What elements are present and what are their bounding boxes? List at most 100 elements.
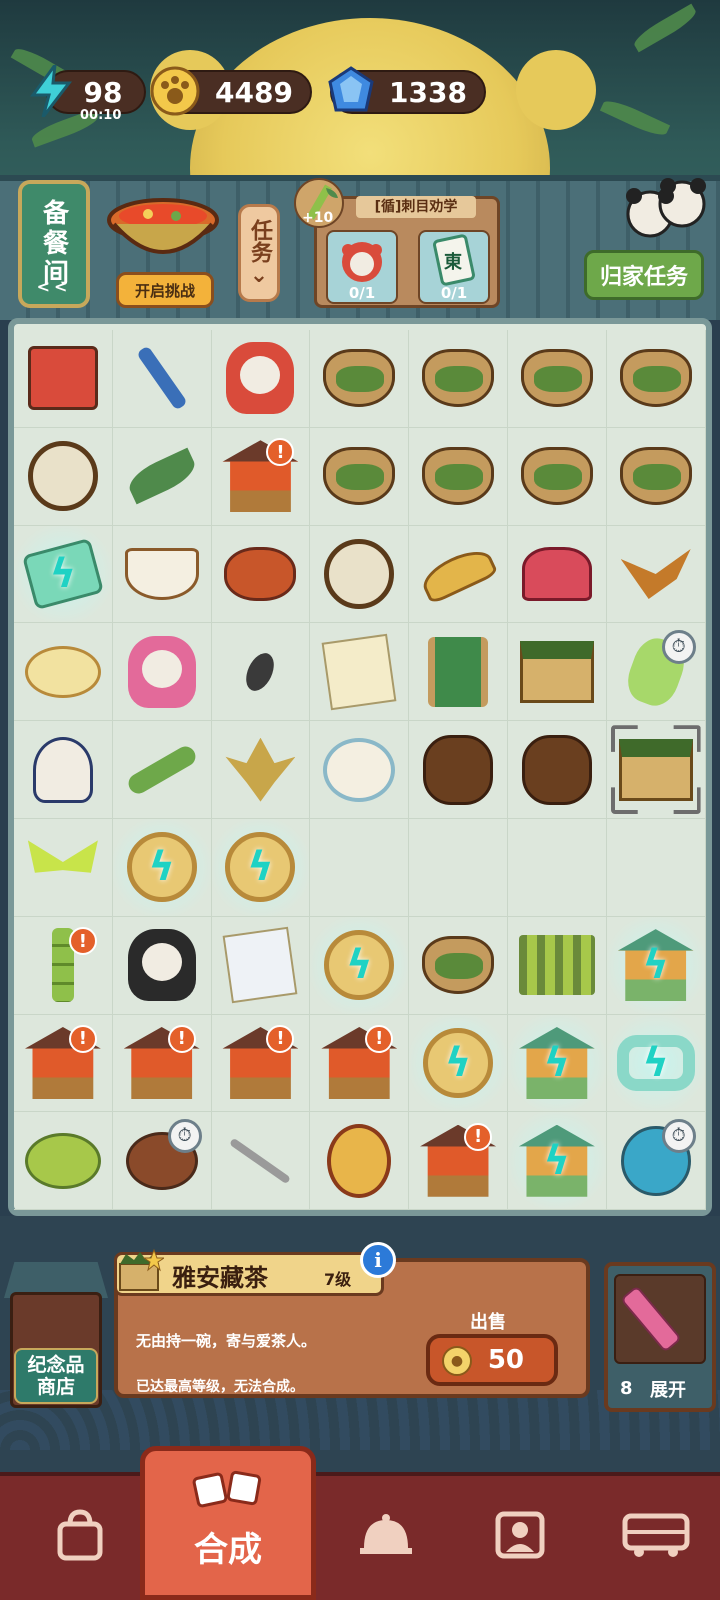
green-pavilion-item: ϟ: [616, 925, 696, 1005]
panda-family-icon: [620, 170, 710, 250]
clock-icon: ⏱: [167, 1118, 202, 1153]
board-cell[interactable]: [409, 916, 508, 1015]
board-cell[interactable]: [606, 330, 706, 428]
nav-profile[interactable]: [460, 1490, 580, 1580]
task-label: 任务: [247, 218, 272, 263]
round-screen-item: [23, 436, 103, 516]
board-cell[interactable]: [112, 330, 212, 428]
board-cell[interactable]: ϟ: [409, 1014, 508, 1113]
board-cell[interactable]: [211, 525, 311, 624]
board-cell[interactable]: !: [14, 1014, 113, 1113]
item-description: 无由持一碗，寄与爱茶人。: [136, 1332, 317, 1350]
board-cell[interactable]: [409, 623, 508, 722]
task-button[interactable]: 任务 ⌄: [238, 204, 280, 302]
board-cell[interactable]: [112, 721, 212, 819]
noodle-plate-item: [23, 632, 103, 712]
board-cell[interactable]: [14, 330, 113, 428]
bamboo-leaf-item: [122, 436, 202, 516]
tea-dustpan-item: [517, 338, 597, 418]
board-cell-empty[interactable]: [409, 818, 508, 917]
golden-phoenix-item: [220, 730, 300, 810]
board-cell[interactable]: [211, 721, 311, 819]
board-cell[interactable]: !: [14, 916, 113, 1015]
board-cell[interactable]: !: [112, 1014, 212, 1113]
board-cell[interactable]: [211, 1112, 311, 1211]
board-cell[interactable]: [112, 916, 212, 1015]
board-cell-empty[interactable]: [310, 818, 410, 917]
gem-value: 1338: [389, 75, 467, 109]
board-cell[interactable]: !: [211, 427, 311, 526]
pavilion-item: !: [418, 1121, 498, 1201]
bag-icon: [57, 1509, 103, 1561]
board-cell[interactable]: ϟ: [14, 525, 113, 624]
home-task-button[interactable]: 归家任务: [584, 250, 704, 300]
board-cell[interactable]: [409, 525, 508, 624]
board-cell[interactable]: [112, 525, 212, 624]
nav-bus[interactable]: [596, 1490, 716, 1580]
board-cell[interactable]: [310, 1112, 410, 1211]
board-cell[interactable]: ϟ: [606, 916, 706, 1015]
board-cell[interactable]: ⏱: [112, 1112, 212, 1211]
board-cell[interactable]: !: [310, 1014, 410, 1113]
board-cell[interactable]: [14, 623, 113, 722]
start-challenge-button[interactable]: 开启挑战: [116, 272, 214, 308]
gem-icon: [322, 62, 380, 120]
cloche-icon: [360, 1514, 412, 1554]
pavilion-item: !: [319, 1023, 399, 1103]
board-cell[interactable]: !: [409, 1112, 508, 1211]
board-cell[interactable]: [211, 916, 311, 1015]
board-cell[interactable]: ⏱: [606, 623, 706, 722]
board-cell[interactable]: [14, 1112, 113, 1211]
info-icon[interactable]: i: [360, 1242, 396, 1278]
board-cell[interactable]: [310, 721, 410, 819]
board-cell[interactable]: [310, 330, 410, 428]
hotpot-icon[interactable]: [104, 190, 222, 270]
board-cell[interactable]: ϟ: [211, 818, 311, 917]
board-cell[interactable]: [606, 525, 706, 624]
board-cell[interactable]: [507, 525, 607, 624]
board-cell[interactable]: [211, 623, 311, 722]
paw-coin-icon: [146, 62, 204, 120]
expand-button[interactable]: 展开: [650, 1376, 686, 1402]
nav-kitchen[interactable]: [326, 1490, 446, 1580]
tea-dustpan-item: [517, 436, 597, 516]
board-cell[interactable]: [211, 330, 311, 428]
board-cell[interactable]: [14, 427, 113, 526]
board-cell[interactable]: [606, 427, 706, 526]
board-cell[interactable]: [507, 330, 607, 428]
sell-button[interactable]: ● 50: [426, 1334, 558, 1386]
board-cell[interactable]: [507, 623, 607, 722]
board-cell[interactable]: [409, 721, 508, 819]
board-cell[interactable]: [112, 623, 212, 722]
board-cell[interactable]: [112, 427, 212, 526]
nav-bag[interactable]: [20, 1490, 140, 1580]
board-cell[interactable]: ϟ: [507, 1014, 607, 1113]
board-cell[interactable]: ϟ: [310, 916, 410, 1015]
board-cell[interactable]: [310, 525, 410, 624]
board-cell-selected[interactable]: [606, 721, 706, 819]
board-cell-empty[interactable]: [606, 818, 706, 917]
board-cell[interactable]: ⏱: [606, 1112, 706, 1211]
bamboo-leaf: [599, 95, 671, 141]
board-cell[interactable]: ϟ: [606, 1014, 706, 1113]
alert-icon: !: [464, 1122, 493, 1151]
bird-item: [616, 534, 696, 614]
board-cell[interactable]: [14, 818, 113, 917]
coin-value: 4489: [215, 75, 293, 109]
board-cell[interactable]: [14, 721, 113, 819]
board-cell[interactable]: [507, 427, 607, 526]
board-cell[interactable]: [507, 721, 607, 819]
board-cell[interactable]: [507, 916, 607, 1015]
board-cell-empty[interactable]: [507, 818, 607, 917]
prep-kitchen-tab[interactable]: 备餐间 <<: [18, 180, 90, 308]
board-cell[interactable]: [409, 427, 508, 526]
board-cell[interactable]: ϟ: [507, 1112, 607, 1211]
tea-dustpan-item: [418, 436, 498, 516]
board-cell[interactable]: [310, 623, 410, 722]
thread-spool-item: [418, 632, 498, 712]
board-cell[interactable]: [310, 427, 410, 526]
board-cell[interactable]: !: [211, 1014, 311, 1113]
tea-tin-item: ⏱: [122, 1118, 202, 1201]
board-cell[interactable]: ϟ: [112, 818, 212, 917]
board-cell[interactable]: [409, 330, 508, 428]
